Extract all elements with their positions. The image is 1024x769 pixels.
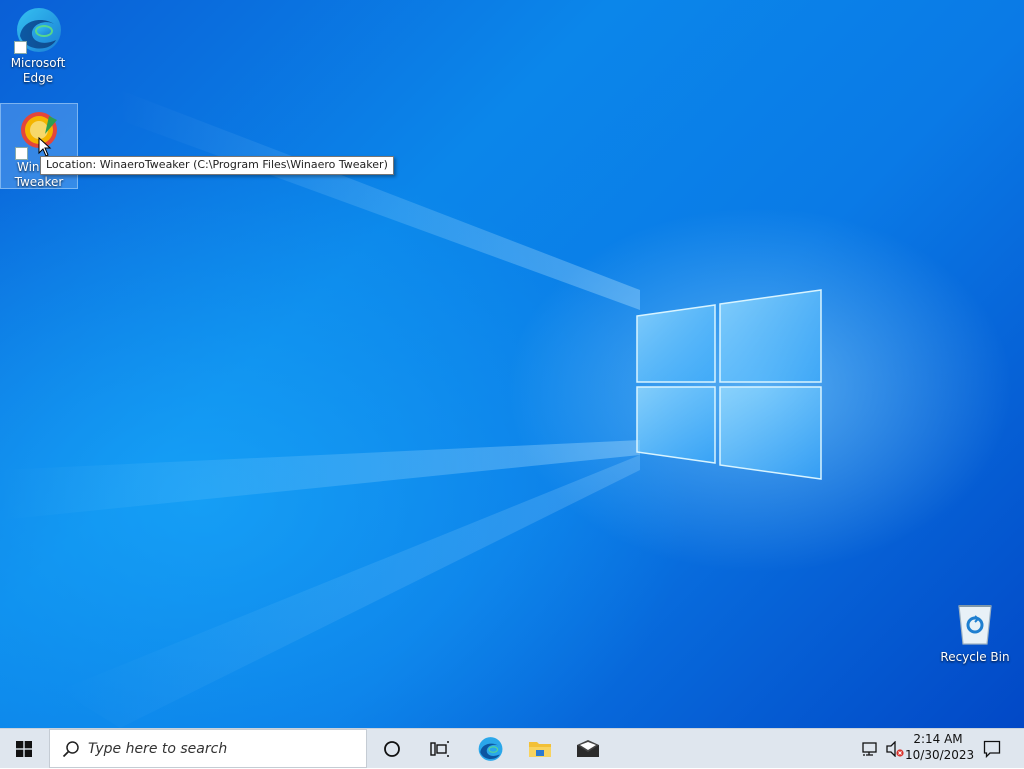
shortcut-arrow-icon [15, 147, 28, 160]
search-icon [62, 740, 79, 757]
edge-icon [478, 737, 503, 761]
task-view-button[interactable] [416, 729, 464, 769]
desktop-icon-recycle-bin[interactable]: Recycle Bin [937, 600, 1013, 670]
recycle-bin-icon [951, 600, 999, 648]
network-tray-button[interactable] [860, 729, 882, 769]
desktop-icon-label: Recycle Bin [940, 650, 1010, 664]
location-tooltip: Location: WinaeroTweaker (C:\Program Fil… [40, 156, 394, 175]
taskbar: Type here to search 2:14 AM 10/30/2023 [0, 728, 1024, 768]
windows-start-icon [16, 741, 32, 757]
search-input[interactable]: Type here to search [49, 729, 367, 768]
taskbar-file-explorer-button[interactable] [516, 729, 564, 769]
wallpaper-light-beams [0, 90, 640, 728]
desktop-icon-label: Tweaker [14, 175, 64, 189]
windows-logo-wallpaper [636, 289, 822, 480]
desktop[interactable]: Microsoft Edge Win Tweaker Recycle Bin L… [0, 0, 1024, 728]
mouse-cursor-icon [38, 137, 52, 157]
cortana-button[interactable] [368, 729, 416, 769]
clock-time: 2:14 AM [913, 732, 963, 746]
cortana-icon [384, 741, 400, 757]
shortcut-arrow-icon [14, 41, 27, 54]
desktop-icon-label: Microsoft [10, 56, 66, 70]
action-center-icon [983, 740, 1001, 758]
taskbar-edge-button[interactable] [466, 729, 514, 769]
edge-icon [14, 6, 62, 54]
desktop-icon-label: Edge [22, 71, 54, 85]
volume-tray-button[interactable] [884, 729, 906, 769]
taskbar-mail-button[interactable] [564, 729, 612, 769]
start-button[interactable] [0, 729, 48, 769]
file-explorer-icon [529, 742, 551, 757]
network-icon [862, 742, 877, 756]
desktop-icon-edge[interactable]: Microsoft Edge [0, 6, 76, 90]
volume-muted-icon [886, 741, 904, 757]
mail-icon [577, 740, 599, 757]
task-view-icon [430, 741, 449, 757]
clock-date: 10/30/2023 [905, 748, 975, 762]
clock[interactable]: 2:14 AM 10/30/2023 [905, 731, 975, 763]
action-center-button[interactable] [976, 729, 1008, 769]
search-placeholder: Type here to search [88, 740, 228, 757]
